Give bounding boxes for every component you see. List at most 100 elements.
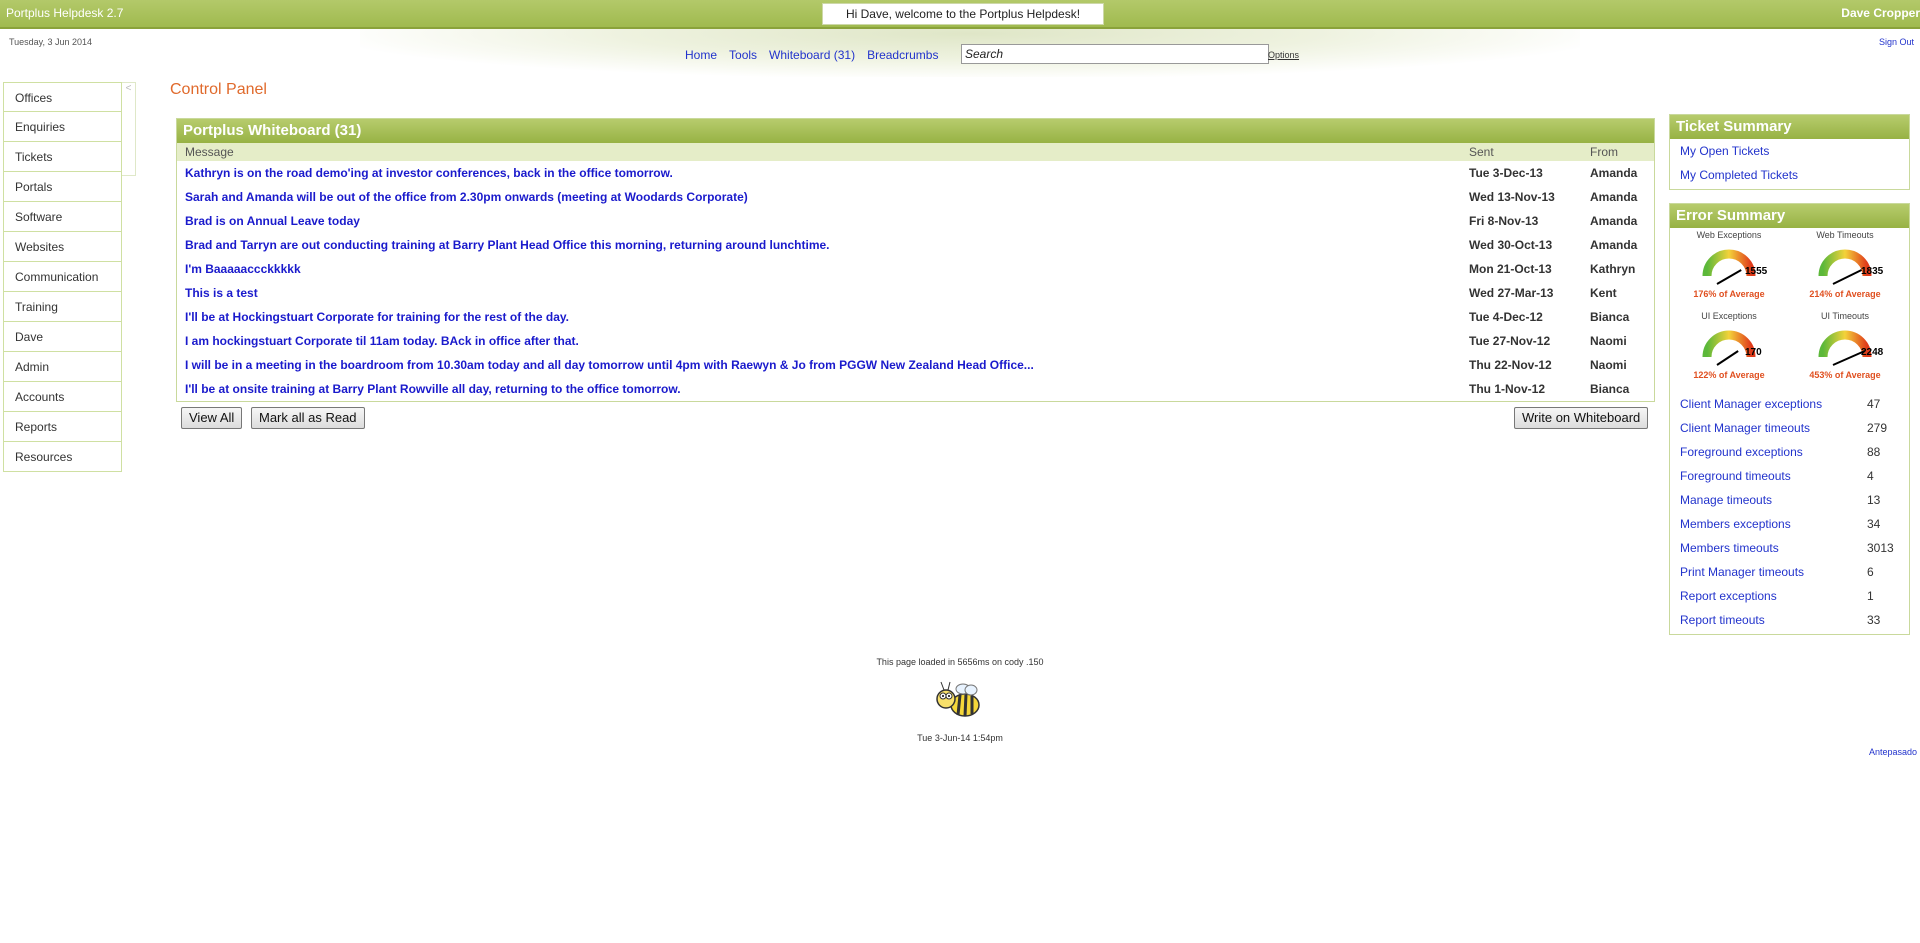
nav-breadcrumbs[interactable]: Breadcrumbs [867,48,938,62]
error-count: 279 [1867,421,1888,435]
sidebar-item-portals[interactable]: Portals [3,172,122,202]
nav-tools[interactable]: Tools [729,48,757,62]
nav-whiteboard[interactable]: Whiteboard (31) [769,48,855,62]
column-message: Message [185,145,234,159]
error-row: Foreground exceptions 88 [1680,440,1900,464]
sidebar-item-resources[interactable]: Resources [3,442,122,472]
message-sender: Bianca [1590,310,1630,324]
top-bar: Portplus Helpdesk 2.7 Hi Dave, welcome t… [0,0,1920,29]
whiteboard-panel: Portplus Whiteboard (31) Message Sent Fr… [176,118,1655,402]
error-name-link[interactable]: Foreground timeouts [1680,469,1791,483]
sidebar-item-websites[interactable]: Websites [3,232,122,262]
sidebar-item-reports[interactable]: Reports [3,412,122,442]
my-open-tickets-link[interactable]: My Open Tickets [1670,139,1909,163]
gauge-needle [1716,269,1742,285]
error-name-link[interactable]: Members timeouts [1680,541,1779,555]
whiteboard-message[interactable]: I'll be at Hockingstuart Corporate for t… [185,305,569,329]
gauge-dial: 2248 [1818,330,1884,366]
search-options-link[interactable]: Options [1268,50,1299,60]
view-all-button[interactable]: View All [181,407,243,429]
error-count: 33 [1867,613,1881,627]
error-name-link[interactable]: Manage timeouts [1680,493,1772,507]
current-date: Tuesday, 3 Jun 2014 [9,37,93,47]
error-row: Client Manager timeouts 279 [1680,416,1900,440]
sidebar-item-communication[interactable]: Communication [3,262,122,292]
sidebar-item-dave[interactable]: Dave [3,322,122,352]
gauge-title: Web Exceptions [1696,230,1762,240]
table-row: I will be in a meeting in the boardroom … [177,353,1654,377]
error-name-link[interactable]: Client Manager exceptions [1680,397,1822,411]
error-name-link[interactable]: Client Manager timeouts [1680,421,1810,435]
gauge-dial: 1555 [1702,249,1768,285]
user-name[interactable]: Dave Cropper [1841,6,1920,20]
error-name-link[interactable]: Report exceptions [1680,589,1777,603]
header: Tuesday, 3 Jun 2014 Sign Out Home Tools … [0,29,1920,77]
gauge-title: UI Timeouts [1820,311,1869,321]
sidebar-item-accounts[interactable]: Accounts [3,382,122,412]
sidebar-collapse-toggle[interactable]: < [122,82,136,176]
error-count: 88 [1867,445,1881,459]
sidebar-item-enquiries[interactable]: Enquiries [3,112,122,142]
sidebar-item-tickets[interactable]: Tickets [3,142,122,172]
error-name-link[interactable]: Report timeouts [1680,613,1765,627]
column-from: From [1590,145,1618,159]
whiteboard-message[interactable]: Kathryn is on the road demo'ing at inves… [185,161,673,185]
gauge-dial: 1835 [1818,249,1884,285]
message-sent-date: Tue 3-Dec-13 [1469,166,1543,180]
gauge-dial: 170 [1702,330,1762,366]
antepasado-link[interactable]: Antepasado [1869,747,1917,757]
error-row: Client Manager exceptions 47 [1680,392,1900,416]
whiteboard-message[interactable]: Sarah and Amanda will be out of the offi… [185,185,748,209]
table-row: This is a test Wed 27-Mar-13 Kent [177,281,1654,305]
error-name-link[interactable]: Members exceptions [1680,517,1791,531]
error-row: Members exceptions 34 [1680,512,1900,536]
whiteboard-message[interactable]: This is a test [185,281,258,305]
whiteboard-message[interactable]: I'll be at onsite training at Barry Plan… [185,377,681,401]
whiteboard-message[interactable]: Brad and Tarryn are out conducting train… [185,233,830,257]
message-sent-date: Wed 27-Mar-13 [1469,286,1554,300]
sidebar-item-training[interactable]: Training [3,292,122,322]
message-sent-date: Tue 27-Nov-12 [1469,334,1551,348]
error-name-link[interactable]: Foreground exceptions [1680,445,1803,459]
my-completed-tickets-link[interactable]: My Completed Tickets [1670,163,1909,187]
write-on-whiteboard-button[interactable]: Write on Whiteboard [1514,407,1649,429]
table-row: Brad and Tarryn are out conducting train… [177,233,1654,257]
sidebar: Offices Enquiries Tickets Portals Software We… [3,82,122,472]
gauge-ui-timeouts: UI Timeouts 2248 453% of Average [1786,311,1904,380]
message-sender: Naomi [1590,334,1627,348]
sidebar-item-admin[interactable]: Admin [3,352,122,382]
whiteboard-message[interactable]: I am hockingstuart Corporate til 11am to… [185,329,579,353]
search-input[interactable] [961,44,1269,64]
gauge-value: 1555 [1745,266,1768,277]
sign-out-link[interactable]: Sign Out [1879,37,1914,47]
gauge-value: 170 [1745,347,1762,358]
message-sender: Amanda [1590,238,1638,252]
gauge-ui-exceptions: UI Exceptions 170 122% of Average [1670,311,1788,380]
whiteboard-message[interactable]: I will be in a meeting in the boardroom … [185,353,1034,377]
error-count: 6 [1867,565,1874,579]
gauge-needle [1832,269,1862,285]
error-count: 47 [1867,397,1881,411]
message-sender: Kathryn [1590,262,1636,276]
sidebar-item-offices[interactable]: Offices [3,82,122,112]
error-count: 1 [1867,589,1874,603]
error-name-link[interactable]: Print Manager timeouts [1680,565,1804,579]
mark-all-read-button[interactable]: Mark all as Read [251,407,365,429]
whiteboard-message[interactable]: I'm Baaaaaccckkkkk [185,257,301,281]
message-sender: Amanda [1590,190,1638,204]
table-row: Sarah and Amanda will be out of the offi… [177,185,1654,209]
footer-timestamp: Tue 3-Jun-14 1:54pm [917,733,1003,743]
message-sender: Naomi [1590,358,1627,372]
gauge-needle [1832,350,1866,366]
error-row: Report exceptions 1 [1680,584,1900,608]
whiteboard-message[interactable]: Brad is on Annual Leave today [185,209,360,233]
nav-home[interactable]: Home [685,48,717,62]
message-sender: Amanda [1590,214,1638,228]
message-sent-date: Wed 13-Nov-13 [1469,190,1555,204]
page-title: Control Panel [170,81,267,98]
message-sent-date: Mon 21-Oct-13 [1469,262,1552,276]
error-row: Foreground timeouts 4 [1680,464,1900,488]
ticket-summary-panel: Ticket Summary My Open Tickets My Comple… [1669,114,1910,190]
sidebar-item-software[interactable]: Software [3,202,122,232]
error-row: Print Manager timeouts 6 [1680,560,1900,584]
